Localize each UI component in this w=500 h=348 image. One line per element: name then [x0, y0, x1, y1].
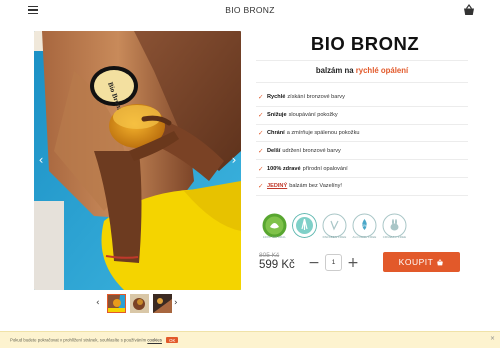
checkmark-icon: ✓	[258, 128, 264, 137]
checkmark-icon: ✓	[258, 93, 264, 102]
feature-item: ✓ JEDINÝ balzám bez Vazelíny!	[256, 178, 468, 196]
badge-label: PARABEN FREE	[322, 235, 347, 239]
checkmark-icon: ✓	[258, 111, 264, 120]
cookies-link[interactable]: cookies	[147, 338, 162, 343]
gallery-prev-arrow[interactable]: ‹	[36, 154, 46, 166]
checkmark-icon: ✓	[258, 146, 264, 155]
feature-item: ✓ Chrání a zmírňuje spálenou pokožku	[256, 125, 468, 143]
cookie-consent-bar: Pokud budete pokračovat v prohlížení str…	[0, 331, 500, 348]
product-subtitle: balzám na rychlé opálení	[315, 66, 409, 75]
cookie-ok-button[interactable]: OK	[166, 337, 179, 343]
gallery-next-arrow[interactable]: ›	[229, 154, 239, 166]
product-title: BIO BRONZ	[310, 33, 420, 54]
buy-button[interactable]: KOUPIT	[383, 252, 460, 272]
divider	[256, 60, 468, 61]
product-main-image: Bio Bronz	[34, 31, 241, 290]
thumbs-prev-arrow[interactable]: ‹	[96, 298, 100, 308]
badge-label: ALCOHOL FREE	[352, 235, 377, 239]
badge-label: CRUELTY FREE	[382, 235, 407, 239]
quantity-input[interactable]: 1	[325, 254, 342, 271]
quantity-decrement-button[interactable]: −	[308, 255, 320, 271]
feature-item: ✓ Delší udržení bronzové barvy	[256, 142, 468, 161]
quantity-increment-button[interactable]: +	[347, 255, 359, 271]
feature-list: ✓ Rychlé získání bronzové barvy ✓ Snižuje sl…	[256, 89, 468, 196]
thumbnail-strip: ‹ ›	[94, 294, 184, 314]
certification-badges: 0% 100% NATURAL PARABEN FREE ALCOHOL FRE…	[262, 213, 410, 243]
shopping-basket-icon[interactable]	[462, 4, 476, 16]
basket-icon	[437, 258, 444, 265]
divider	[256, 82, 468, 83]
checkmark-icon: ✓	[258, 164, 264, 173]
thumbnail-1[interactable]	[107, 294, 126, 313]
old-price: 805 Kč	[259, 252, 280, 259]
thumbnail-3[interactable]	[153, 294, 172, 313]
current-price: 599 Kč	[259, 259, 295, 271]
checkmark-icon: ✓	[258, 182, 264, 191]
feature-item: ✓ 100% zdravé přírodní opalování	[256, 160, 468, 178]
badge-label: 100% NATURAL	[262, 235, 287, 239]
site-header: BIO BRONZ	[0, 0, 500, 22]
cookie-text: Pokud budete pokračovat v prohlížení str…	[10, 337, 179, 343]
feature-item: ✓ Rychlé získání bronzové barvy	[256, 89, 468, 107]
aloe-badge-icon	[292, 213, 317, 238]
feature-item: ✓ Snižuje sloupávání pokožky	[256, 107, 468, 125]
thumbs-next-arrow[interactable]: ›	[174, 298, 178, 308]
svg-text:0%: 0%	[362, 224, 367, 228]
thumbnail-2[interactable]	[130, 294, 149, 313]
site-brand[interactable]: BIO BRONZ	[0, 5, 500, 15]
close-icon[interactable]: ×	[490, 335, 495, 342]
